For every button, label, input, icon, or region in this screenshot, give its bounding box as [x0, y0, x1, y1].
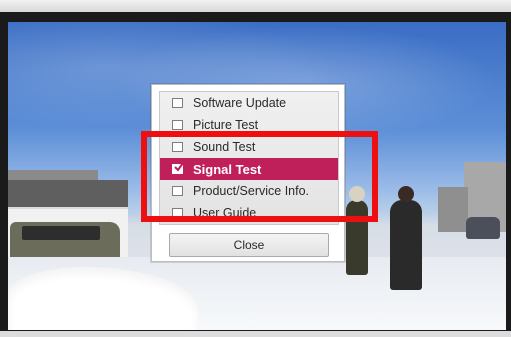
- highlight-annotation: [141, 131, 378, 222]
- checkbox-icon[interactable]: [172, 98, 183, 108]
- background-ship: [8, 170, 128, 210]
- bezel-top: [0, 0, 511, 12]
- background-car-right: [466, 217, 500, 239]
- checkbox-icon[interactable]: [172, 120, 183, 130]
- menu-item-label: Software Update: [193, 96, 287, 110]
- menu-item-software-update[interactable]: Software Update: [160, 92, 338, 114]
- background-building: [438, 187, 468, 232]
- menu-item-label: Picture Test: [193, 118, 259, 132]
- close-button[interactable]: Close: [169, 233, 329, 257]
- bezel-bottom: [0, 331, 511, 337]
- background-person: [390, 186, 422, 290]
- car-window: [22, 226, 100, 240]
